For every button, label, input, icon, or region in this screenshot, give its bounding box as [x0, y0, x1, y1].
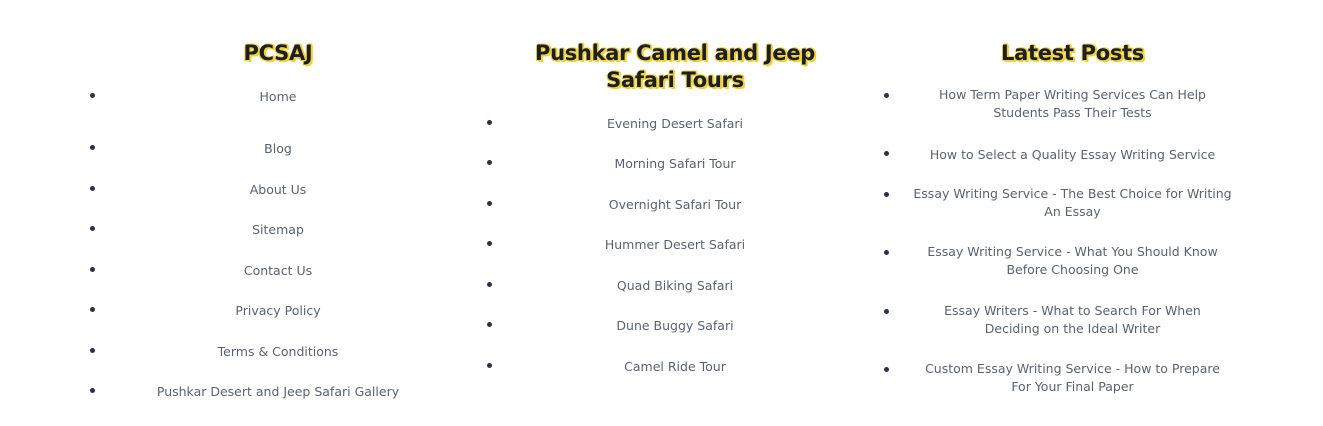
- footer-link-quad-biking-safari[interactable]: Quad Biking Safari: [617, 277, 733, 295]
- post-link[interactable]: Essay Writers - What to Search For When …: [915, 302, 1230, 338]
- bullet-icon: [90, 93, 95, 98]
- footer-link-dune-buggy-safari[interactable]: Dune Buggy Safari: [616, 317, 733, 335]
- footer-link-home[interactable]: Home: [260, 88, 297, 106]
- bullet-icon: [487, 201, 492, 206]
- bullet-icon: [884, 151, 889, 156]
- list-item: Quad Biking Safari: [490, 275, 860, 295]
- post-link[interactable]: Custom Essay Writing Service - How to Pr…: [915, 360, 1230, 396]
- list-item: Morning Safari Tour: [490, 153, 860, 173]
- list-item: Terms & Conditions: [118, 341, 438, 361]
- footer-link-terms[interactable]: Terms & Conditions: [218, 343, 339, 361]
- list-item: Blog: [118, 138, 438, 158]
- list-item: Contact Us: [118, 260, 438, 280]
- bullet-icon: [487, 120, 492, 125]
- bullet-icon: [90, 388, 95, 393]
- bullet-icon: [90, 186, 95, 191]
- bullet-icon: [487, 363, 492, 368]
- bullet-icon: [90, 226, 95, 231]
- post-link[interactable]: Essay Writing Service - What You Should …: [923, 243, 1223, 279]
- bullet-icon: [90, 348, 95, 353]
- list-item: Evening Desert Safari: [490, 113, 860, 133]
- list-item: Overnight Safari Tour: [490, 194, 860, 214]
- bullet-icon: [884, 192, 889, 197]
- bullet-icon: [90, 267, 95, 272]
- footer-link-evening-desert-safari[interactable]: Evening Desert Safari: [607, 115, 743, 133]
- list-item: Pushkar Desert and Jeep Safari Gallery: [118, 381, 438, 401]
- footer-link-contact-us[interactable]: Contact Us: [244, 262, 312, 280]
- footer-link-privacy-policy[interactable]: Privacy Policy: [235, 302, 320, 320]
- footer-column-tours: Pushkar Camel and Jeep Safari Tours Even…: [490, 0, 860, 426]
- list-item: Camel Ride Tour: [490, 356, 860, 376]
- list-item: Hummer Desert Safari: [490, 234, 860, 254]
- bullet-icon: [487, 322, 492, 327]
- bullet-icon: [884, 367, 889, 372]
- list-item: Essay Writing Service - What You Should …: [905, 243, 1240, 279]
- footer-column-pcsaj: PCSAJ Home Blog About Us Sitemap Contact…: [118, 0, 438, 426]
- bullet-icon: [884, 93, 889, 98]
- column-title: PCSAJ: [243, 41, 313, 65]
- bullet-icon: [487, 241, 492, 246]
- post-link[interactable]: Essay Writing Service - The Best Choice …: [913, 185, 1233, 221]
- column-title: Pushkar Camel and Jeep Safari Tours: [534, 41, 815, 92]
- list-item: Essay Writing Service - The Best Choice …: [905, 185, 1240, 221]
- list-item: Privacy Policy: [118, 300, 438, 320]
- footer-link-morning-safari-tour[interactable]: Morning Safari Tour: [614, 155, 735, 173]
- post-link[interactable]: How to Select a Quality Essay Writing Se…: [910, 146, 1235, 164]
- list-item: Dune Buggy Safari: [490, 315, 860, 335]
- list-item: Sitemap: [118, 219, 438, 239]
- bullet-icon: [884, 309, 889, 314]
- bullet-icon: [90, 307, 95, 312]
- footer-column-latest-posts: Latest Posts How Term Paper Writing Serv…: [905, 0, 1240, 426]
- list-item: Essay Writers - What to Search For When …: [905, 302, 1240, 338]
- footer-link-gallery[interactable]: Pushkar Desert and Jeep Safari Gallery: [157, 383, 399, 401]
- bullet-icon: [487, 282, 492, 287]
- list-item: Home: [118, 86, 438, 106]
- bullet-icon: [487, 160, 492, 165]
- footer-link-hummer-desert-safari[interactable]: Hummer Desert Safari: [605, 236, 745, 254]
- footer-link-sitemap[interactable]: Sitemap: [252, 221, 304, 239]
- bullet-icon: [884, 250, 889, 255]
- column-title: Latest Posts: [1001, 41, 1144, 65]
- list-item: How Term Paper Writing Services Can Help…: [905, 86, 1240, 122]
- post-link[interactable]: How Term Paper Writing Services Can Help…: [910, 86, 1235, 122]
- footer-link-about-us[interactable]: About Us: [250, 181, 307, 199]
- footer-link-blog[interactable]: Blog: [264, 140, 292, 158]
- footer-link-camel-ride-tour[interactable]: Camel Ride Tour: [624, 358, 726, 376]
- list-item: About Us: [118, 179, 438, 199]
- list-item: Custom Essay Writing Service - How to Pr…: [905, 360, 1240, 396]
- bullet-icon: [90, 145, 95, 150]
- list-item: How to Select a Quality Essay Writing Se…: [905, 144, 1240, 164]
- footer-link-overnight-safari-tour[interactable]: Overnight Safari Tour: [609, 196, 741, 214]
